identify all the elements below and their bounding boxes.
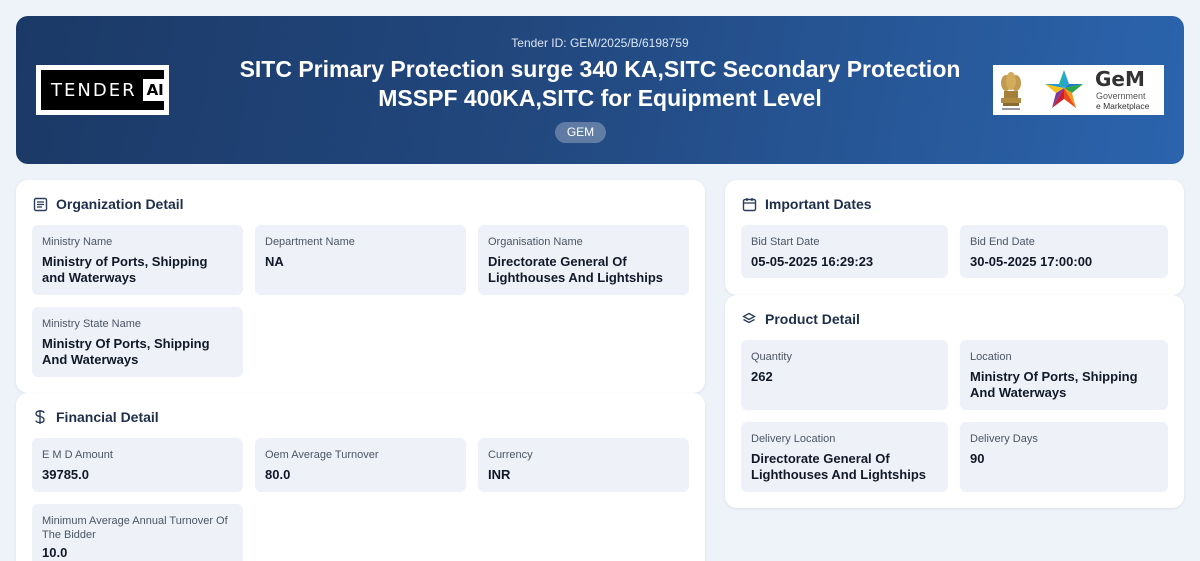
- tender-id: Tender ID: GEM/2025/B/6198759: [511, 36, 689, 50]
- field-label: E M D Amount: [42, 449, 113, 461]
- field-value: 05-05-2025 16:29:23: [751, 254, 874, 269]
- field-label: Organisation Name: [488, 236, 583, 248]
- tender-header-banner: TENDER AI Tender ID: GEM/2025/B/6198759 …: [16, 16, 1184, 164]
- field-emd-amount: E M D Amount 39785.0: [32, 438, 243, 492]
- organization-detail-card: Organization Detail Ministry Name Minist…: [16, 180, 705, 393]
- page-title: SITC Primary Protection surge 340 KA,SIT…: [239, 56, 961, 111]
- field-label: Delivery Days: [970, 433, 1038, 445]
- field-organisation-name: Organisation Name Directorate General Of…: [478, 225, 689, 295]
- field-ministry-name: Ministry Name Ministry of Ports, Shippin…: [32, 225, 243, 295]
- field-quantity: Quantity 262: [741, 340, 948, 410]
- field-value: 80.0: [265, 467, 291, 482]
- field-value: NA: [265, 254, 284, 269]
- important-dates-title: Important Dates: [765, 196, 872, 212]
- organization-detail-header: Organization Detail: [32, 196, 184, 212]
- dollar-icon: [32, 409, 48, 425]
- national-emblem-icon: [1001, 72, 1021, 110]
- field-location: Location Ministry Of Ports, Shipping And…: [960, 340, 1168, 410]
- field-value: Directorate General Of Lighthouses And L…: [751, 451, 927, 482]
- field-delivery-location: Delivery Location Directorate General Of…: [741, 422, 948, 492]
- important-dates-card: Important Dates Bid Start Date 05-05-202…: [725, 180, 1184, 295]
- logo-text: TENDER: [51, 79, 137, 101]
- financial-detail-card: Financial Detail E M D Amount 39785.0 Oe…: [16, 393, 705, 561]
- financial-detail-title: Financial Detail: [56, 409, 159, 425]
- organization-detail-title: Organization Detail: [56, 196, 184, 212]
- field-value: INR: [488, 467, 511, 482]
- field-value: 10.0: [42, 545, 68, 560]
- field-value: Ministry of Ports, Shipping and Waterway…: [42, 254, 208, 285]
- product-detail-title: Product Detail: [765, 311, 860, 327]
- tender-ai-logo[interactable]: TENDER AI: [36, 65, 169, 115]
- field-currency: Currency INR: [478, 438, 689, 492]
- field-bid-start-date: Bid Start Date 05-05-2025 16:29:23: [741, 225, 948, 278]
- field-value: Directorate General Of Lighthouses And L…: [488, 254, 664, 285]
- field-label: Location: [970, 351, 1012, 363]
- document-icon: [32, 196, 48, 212]
- field-bid-end-date: Bid End Date 30-05-2025 17:00:00: [960, 225, 1168, 278]
- field-label: Department Name: [265, 236, 355, 248]
- calendar-icon: [741, 196, 757, 212]
- gem-logo[interactable]: GeM Government e Marketplace: [993, 65, 1164, 115]
- field-value: 262: [751, 369, 773, 384]
- field-department-name: Department Name NA: [255, 225, 466, 295]
- field-oem-average-turnover: Oem Average Turnover 80.0: [255, 438, 466, 492]
- field-label: Bid End Date: [970, 236, 1035, 248]
- gem-star-icon: [1045, 70, 1083, 108]
- financial-detail-header: Financial Detail: [32, 409, 159, 425]
- field-min-avg-annual-turnover: Minimum Average Annual Turnover Of The B…: [32, 504, 243, 561]
- logo-highlight: AI: [142, 79, 168, 101]
- field-label: Ministry State Name: [42, 318, 142, 330]
- source-badge: GEM: [555, 122, 606, 143]
- gem-logo-sub1: Government: [1096, 91, 1146, 101]
- field-label: Ministry Name: [42, 236, 113, 248]
- important-dates-header: Important Dates: [741, 196, 872, 212]
- field-value: Ministry Of Ports, Shipping And Waterway…: [42, 336, 210, 367]
- field-label: Minimum Average Annual Turnover Of The B…: [42, 515, 228, 541]
- field-value: 39785.0: [42, 467, 89, 482]
- field-label: Delivery Location: [751, 433, 836, 445]
- field-value: 30-05-2025 17:00:00: [970, 254, 1093, 269]
- field-label: Quantity: [751, 351, 792, 363]
- field-label: Currency: [488, 449, 533, 461]
- field-label: Oem Average Turnover: [265, 449, 379, 461]
- field-label: Bid Start Date: [751, 236, 820, 248]
- field-value: Ministry Of Ports, Shipping And Waterway…: [970, 369, 1138, 400]
- gem-logo-sub2: e Marketplace: [1096, 101, 1150, 111]
- product-detail-header: Product Detail: [741, 311, 860, 327]
- product-detail-card: Product Detail Quantity 262 Location Min…: [725, 295, 1184, 508]
- layers-icon: [741, 311, 757, 327]
- field-delivery-days: Delivery Days 90: [960, 422, 1168, 492]
- field-ministry-state-name: Ministry State Name Ministry Of Ports, S…: [32, 307, 243, 377]
- field-value: 90: [970, 451, 985, 466]
- gem-logo-text: GeM: [1095, 67, 1145, 91]
